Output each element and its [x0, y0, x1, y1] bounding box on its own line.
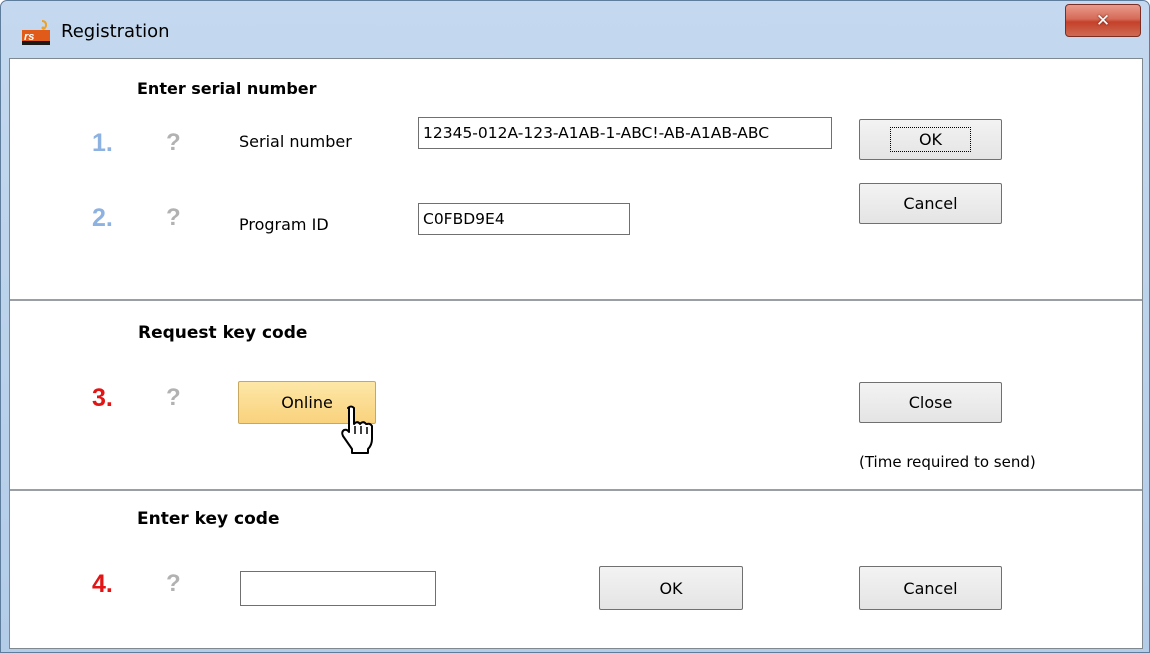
request-section: Request key code 3. ? Online Close (Time…: [10, 301, 1142, 491]
step-1-number: 1.: [92, 129, 113, 157]
app-icon: rs: [22, 20, 50, 45]
title-bar: rs Registration ✕: [1, 1, 1149, 57]
step-3-number: 3.: [92, 384, 113, 412]
serial-section: Enter serial number 1. ? Serial number 2…: [10, 59, 1142, 301]
request-heading: Request key code: [138, 323, 308, 343]
step-4-help-icon[interactable]: ?: [166, 570, 181, 598]
dialog-body: Enter serial number 1. ? Serial number 2…: [9, 58, 1143, 649]
svg-text:rs: rs: [24, 31, 34, 43]
keycode-ok-button[interactable]: OK: [599, 566, 743, 610]
serial-ok-label: OK: [889, 127, 972, 152]
step-3-help-icon[interactable]: ?: [166, 384, 181, 412]
serial-number-input[interactable]: [418, 117, 832, 149]
registration-window: rs Registration ✕ Enter serial number 1.…: [0, 0, 1150, 653]
step-4-number: 4.: [92, 570, 113, 598]
window-title: Registration: [61, 21, 170, 42]
serial-number-label: Serial number: [239, 132, 352, 151]
program-id-label: Program ID: [239, 215, 329, 234]
serial-heading: Enter serial number: [137, 79, 317, 98]
keycode-heading: Enter key code: [137, 509, 280, 529]
hand-pointer-icon: [341, 405, 373, 454]
send-time-note: (Time required to send): [859, 453, 1036, 471]
close-button[interactable]: Close: [859, 382, 1002, 423]
keycode-cancel-button[interactable]: Cancel: [859, 566, 1002, 610]
step-2-number: 2.: [92, 204, 113, 232]
keycode-section: Enter key code 4. ? OK Cancel: [10, 491, 1142, 648]
window-close-button[interactable]: ✕: [1065, 4, 1141, 37]
program-id-input[interactable]: [418, 203, 630, 235]
step-2-help-icon[interactable]: ?: [166, 204, 181, 232]
step-1-help-icon[interactable]: ?: [166, 129, 181, 157]
key-code-input[interactable]: [240, 571, 436, 606]
serial-ok-button[interactable]: OK: [859, 119, 1002, 160]
serial-cancel-button[interactable]: Cancel: [859, 183, 1002, 224]
close-icon: ✕: [1095, 10, 1111, 31]
